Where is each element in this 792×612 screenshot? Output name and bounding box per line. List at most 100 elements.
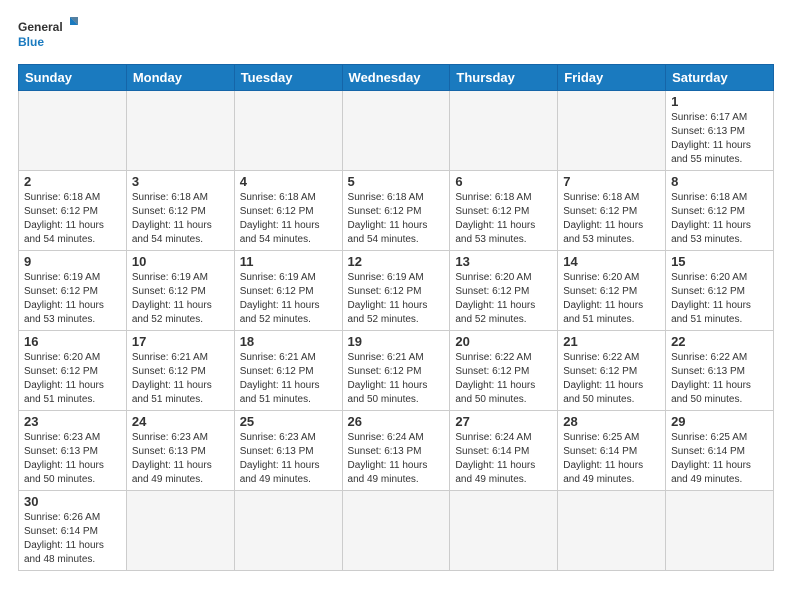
day-number: 22 [671,334,768,349]
day-number: 29 [671,414,768,429]
day-info: Sunrise: 6:18 AM Sunset: 6:12 PM Dayligh… [671,191,768,247]
day-number: 9 [24,254,121,269]
weekday-monday: Monday [126,65,234,91]
calendar-cell [666,491,774,571]
day-info: Sunrise: 6:19 AM Sunset: 6:12 PM Dayligh… [24,271,121,327]
day-number: 23 [24,414,121,429]
day-number: 17 [132,334,229,349]
day-info: Sunrise: 6:20 AM Sunset: 6:12 PM Dayligh… [563,271,660,327]
day-number: 11 [240,254,337,269]
calendar-cell: 23 Sunrise: 6:23 AM Sunset: 6:13 PM Dayli… [19,411,127,491]
day-number: 14 [563,254,660,269]
calendar-cell: 8 Sunrise: 6:18 AM Sunset: 6:12 PM Daylig… [666,171,774,251]
calendar-cell [450,91,558,171]
calendar-cell [558,91,666,171]
weekday-header-row: SundayMondayTuesdayWednesdayThursdayFrid… [19,65,774,91]
day-info: Sunrise: 6:18 AM Sunset: 6:12 PM Dayligh… [132,191,229,247]
day-number: 4 [240,174,337,189]
calendar-cell [234,91,342,171]
day-info: Sunrise: 6:22 AM Sunset: 6:12 PM Dayligh… [563,351,660,407]
day-number: 3 [132,174,229,189]
calendar-cell: 17Sunrise: 6:21 AM Sunset: 6:12 PM Dayli… [126,331,234,411]
calendar-cell: 6Sunrise: 6:18 AM Sunset: 6:12 PM Daylig… [450,171,558,251]
day-number: 18 [240,334,337,349]
calendar-cell: 12 Sunrise: 6:19 AM Sunset: 6:12 PM Dayli… [342,251,450,331]
calendar-cell: 9 Sunrise: 6:19 AM Sunset: 6:12 PM Daylig… [19,251,127,331]
calendar-cell: 5Sunrise: 6:18 AM Sunset: 6:12 PM Daylig… [342,171,450,251]
calendar-week-2: 2 Sunrise: 6:18 AM Sunset: 6:12 PM Daylig… [19,171,774,251]
calendar-cell: 2 Sunrise: 6:18 AM Sunset: 6:12 PM Daylig… [19,171,127,251]
day-info: Sunrise: 6:23 AM Sunset: 6:13 PM Dayligh… [24,431,121,487]
day-info: Sunrise: 6:18 AM Sunset: 6:12 PM Dayligh… [240,191,337,247]
day-number: 20 [455,334,552,349]
day-info: Sunrise: 6:19 AM Sunset: 6:12 PM Dayligh… [348,271,445,327]
day-info: Sunrise: 6:20 AM Sunset: 6:12 PM Dayligh… [455,271,552,327]
calendar-cell: 15Sunrise: 6:20 AM Sunset: 6:12 PM Dayli… [666,251,774,331]
day-info: Sunrise: 6:25 AM Sunset: 6:14 PM Dayligh… [671,431,768,487]
calendar-cell: 20Sunrise: 6:22 AM Sunset: 6:12 PM Dayli… [450,331,558,411]
day-info: Sunrise: 6:26 AM Sunset: 6:14 PM Dayligh… [24,511,121,567]
day-number: 15 [671,254,768,269]
day-number: 25 [240,414,337,429]
calendar-cell: 7Sunrise: 6:18 AM Sunset: 6:12 PM Daylig… [558,171,666,251]
day-number: 7 [563,174,660,189]
day-number: 2 [24,174,121,189]
calendar-cell: 4 Sunrise: 6:18 AM Sunset: 6:12 PM Daylig… [234,171,342,251]
calendar-cell [126,491,234,571]
day-info: Sunrise: 6:17 AM Sunset: 6:13 PM Dayligh… [671,111,768,167]
calendar-cell: 21 Sunrise: 6:22 AM Sunset: 6:12 PM Dayli… [558,331,666,411]
calendar-cell: 26Sunrise: 6:24 AM Sunset: 6:13 PM Dayli… [342,411,450,491]
calendar-table: SundayMondayTuesdayWednesdayThursdayFrid… [18,64,774,571]
calendar-week-5: 23 Sunrise: 6:23 AM Sunset: 6:13 PM Dayli… [19,411,774,491]
calendar-page: General Blue SundayMondayTuesdayWednesda… [0,0,792,612]
day-number: 24 [132,414,229,429]
weekday-thursday: Thursday [450,65,558,91]
calendar-week-6: 30 Sunrise: 6:26 AM Sunset: 6:14 PM Dayli… [19,491,774,571]
weekday-wednesday: Wednesday [342,65,450,91]
day-info: Sunrise: 6:24 AM Sunset: 6:14 PM Dayligh… [455,431,552,487]
calendar-cell [342,491,450,571]
calendar-cell [126,91,234,171]
calendar-cell: 22 Sunrise: 6:22 AM Sunset: 6:13 PM Dayli… [666,331,774,411]
day-info: Sunrise: 6:22 AM Sunset: 6:13 PM Dayligh… [671,351,768,407]
calendar-cell: 1 Sunrise: 6:17 AM Sunset: 6:13 PM Daylig… [666,91,774,171]
weekday-friday: Friday [558,65,666,91]
calendar-cell [558,491,666,571]
calendar-cell: 28Sunrise: 6:25 AM Sunset: 6:14 PM Dayli… [558,411,666,491]
day-number: 19 [348,334,445,349]
day-info: Sunrise: 6:19 AM Sunset: 6:12 PM Dayligh… [240,271,337,327]
calendar-cell: 10Sunrise: 6:19 AM Sunset: 6:12 PM Dayli… [126,251,234,331]
day-number: 28 [563,414,660,429]
svg-text:Blue: Blue [18,35,44,49]
day-number: 6 [455,174,552,189]
day-info: Sunrise: 6:18 AM Sunset: 6:12 PM Dayligh… [24,191,121,247]
calendar-cell: 14 Sunrise: 6:20 AM Sunset: 6:12 PM Dayli… [558,251,666,331]
calendar-cell: 27Sunrise: 6:24 AM Sunset: 6:14 PM Dayli… [450,411,558,491]
day-info: Sunrise: 6:19 AM Sunset: 6:12 PM Dayligh… [132,271,229,327]
calendar-week-4: 16Sunrise: 6:20 AM Sunset: 6:12 PM Dayli… [19,331,774,411]
day-number: 12 [348,254,445,269]
calendar-cell: 24Sunrise: 6:23 AM Sunset: 6:13 PM Dayli… [126,411,234,491]
calendar-body: 1 Sunrise: 6:17 AM Sunset: 6:13 PM Daylig… [19,91,774,571]
calendar-cell [19,91,127,171]
logo-svg: General Blue [18,16,78,54]
day-info: Sunrise: 6:21 AM Sunset: 6:12 PM Dayligh… [240,351,337,407]
svg-text:General: General [18,20,63,34]
calendar-week-3: 9 Sunrise: 6:19 AM Sunset: 6:12 PM Daylig… [19,251,774,331]
calendar-cell: 3 Sunrise: 6:18 AM Sunset: 6:12 PM Daylig… [126,171,234,251]
day-number: 30 [24,494,121,509]
day-number: 8 [671,174,768,189]
calendar-cell: 25Sunrise: 6:23 AM Sunset: 6:13 PM Dayli… [234,411,342,491]
calendar-cell: 11 Sunrise: 6:19 AM Sunset: 6:12 PM Dayli… [234,251,342,331]
calendar-cell [450,491,558,571]
weekday-tuesday: Tuesday [234,65,342,91]
calendar-cell: 30 Sunrise: 6:26 AM Sunset: 6:14 PM Dayli… [19,491,127,571]
calendar-cell: 19Sunrise: 6:21 AM Sunset: 6:12 PM Dayli… [342,331,450,411]
calendar-week-1: 1 Sunrise: 6:17 AM Sunset: 6:13 PM Daylig… [19,91,774,171]
calendar-cell: 18 Sunrise: 6:21 AM Sunset: 6:12 PM Dayli… [234,331,342,411]
day-number: 16 [24,334,121,349]
day-number: 1 [671,94,768,109]
day-number: 21 [563,334,660,349]
weekday-saturday: Saturday [666,65,774,91]
calendar-cell: 29 Sunrise: 6:25 AM Sunset: 6:14 PM Dayli… [666,411,774,491]
